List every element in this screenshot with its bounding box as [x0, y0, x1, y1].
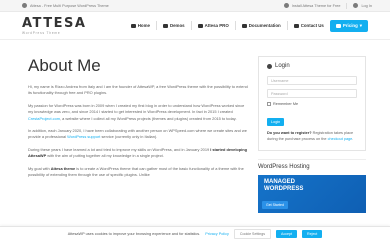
nav-divider — [155, 21, 157, 30]
main-content: About Me Hi, my name is Rizzo Andrea fro… — [28, 56, 250, 184]
divider — [346, 2, 348, 9]
login-button[interactable]: Login — [267, 118, 285, 126]
top-bar: Attesa - Free Multi Purpose WordPress Th… — [0, 0, 390, 12]
sidebar: Login Username Password Remember Me Logi… — [258, 56, 366, 213]
envelope-icon — [293, 23, 299, 28]
login-widget: Login Username Password Remember Me Logi… — [258, 56, 366, 151]
logo-text: ATTESA — [22, 15, 87, 31]
username-field[interactable]: Username — [267, 76, 357, 85]
install-link[interactable]: Install Attesa Theme for Free — [292, 4, 341, 8]
pricing-button[interactable]: Pricing ▾ — [329, 19, 368, 32]
wordpress-support-link[interactable]: WordPress support — [67, 134, 100, 139]
wordpress-icon — [22, 3, 27, 8]
nav-documentation[interactable]: Documentation — [241, 23, 281, 28]
home-icon — [130, 23, 136, 28]
password-field[interactable]: Password — [267, 89, 357, 98]
user-icon — [267, 63, 272, 69]
paragraph-development: During these years I have learned a lot … — [28, 146, 247, 159]
logo-subtitle: WordPress Theme — [22, 30, 61, 35]
privacy-policy-link[interactable]: Privacy Policy — [205, 232, 229, 236]
login-icon — [353, 3, 359, 8]
remember-me[interactable]: Remember Me — [267, 102, 357, 106]
site-logo[interactable]: ATTESA WordPress Theme — [22, 17, 86, 35]
book-icon — [241, 23, 247, 28]
paragraph-collaboration: In addition, each January 2020, I have b… — [28, 128, 247, 140]
cart-icon — [335, 23, 341, 28]
nav-divider — [286, 21, 288, 30]
nav-demos[interactable]: Demos — [162, 23, 185, 28]
paragraph-goal: My goal with Attesa theme is to create a… — [28, 165, 244, 178]
site-header: ATTESA WordPress Theme Home Demos Attesa… — [0, 12, 390, 40]
login-link[interactable]: Log In — [361, 4, 372, 8]
download-icon — [283, 3, 289, 8]
top-bar-left: Attesa - Free Multi Purpose WordPress Th… — [22, 3, 109, 8]
main-nav: Home Demos Attesa PRO Documentation Cont… — [130, 19, 368, 32]
nav-divider — [190, 21, 192, 30]
hosting-banner[interactable]: MANAGED WORDPRESS Get Started — [258, 175, 366, 213]
nav-divider — [234, 21, 236, 30]
cookie-banner: AttesaWP uses cookies to improve your br… — [0, 226, 390, 240]
page-title: About Me — [28, 56, 101, 75]
register-note: Do you want to register? Registration ta… — [267, 131, 354, 141]
cookie-settings-button[interactable]: Cookie Settings — [233, 228, 272, 239]
nav-home[interactable]: Home — [130, 23, 150, 28]
grid-icon — [162, 23, 168, 28]
top-bar-tagline: Attesa - Free Multi Purpose WordPress Th… — [30, 3, 109, 8]
nav-attesa-pro[interactable]: Attesa PRO — [197, 23, 229, 28]
chevron-down-icon: ▾ — [359, 22, 362, 28]
accept-button[interactable]: Accept — [276, 229, 298, 238]
top-bar-right: Install Attesa Theme for Free Log In — [283, 2, 372, 9]
nav-contact[interactable]: Contact Us — [293, 23, 324, 28]
star-icon — [197, 23, 203, 28]
get-started-button[interactable]: Get Started — [262, 201, 288, 209]
reject-button[interactable]: Reject — [302, 229, 323, 238]
login-widget-title: Login — [267, 63, 357, 69]
hosting-banner-text: MANAGED WORDPRESS — [264, 179, 304, 192]
paragraph-intro: Hi, my name is Rizzo Andrea from Italy a… — [28, 84, 248, 96]
crestaproject-link[interactable]: CrestaProject.com — [28, 116, 60, 121]
hosting-widget-title: WordPress Hosting — [258, 159, 366, 170]
paragraph-passion: My passion for WordPress was born in 200… — [28, 102, 245, 121]
checkout-page-link[interactable]: checkout page — [328, 137, 353, 141]
remember-checkbox[interactable] — [267, 102, 271, 106]
cookie-text: AttesaWP uses cookies to improve your br… — [67, 231, 201, 236]
